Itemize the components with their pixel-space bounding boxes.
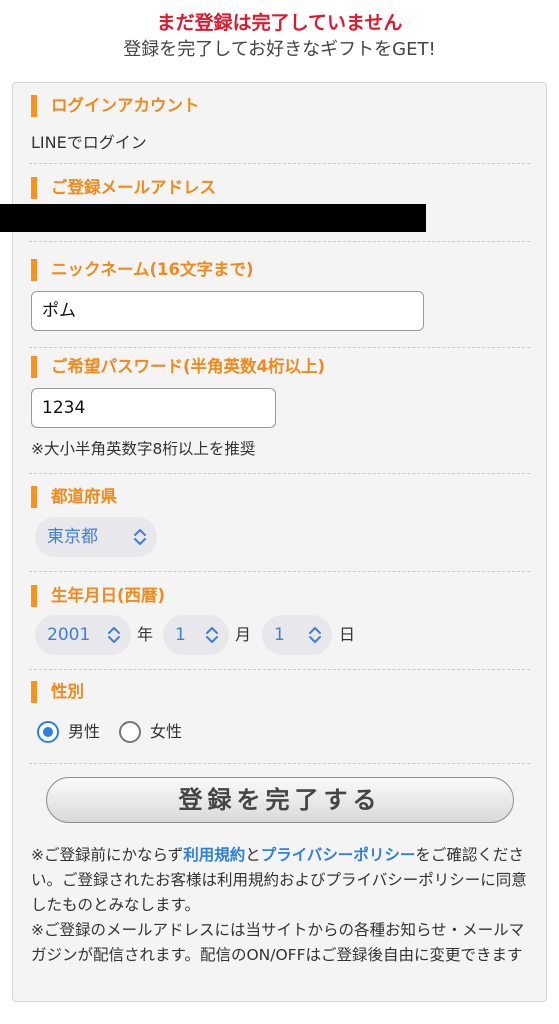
birthday-label: 生年月日(西暦) bbox=[31, 585, 165, 607]
divider bbox=[29, 347, 530, 348]
gender-female-radio[interactable] bbox=[119, 721, 141, 743]
nickname-input[interactable]: ポム bbox=[31, 291, 424, 331]
divider bbox=[29, 473, 530, 474]
birth-day-select[interactable]: 1 bbox=[262, 615, 332, 655]
divider bbox=[29, 763, 530, 764]
password-recommendation-note: ※大小半角英数字8桁以上を推奨 bbox=[31, 440, 256, 458]
select-chevron-icon bbox=[309, 627, 321, 643]
birth-year-select[interactable]: 2001 bbox=[35, 615, 131, 655]
password-label: ご希望パスワード(半角英数4桁以上) bbox=[31, 356, 325, 378]
prefecture-select[interactable]: 東京都 bbox=[35, 517, 157, 557]
header-subtitle: 登録を完了してお好きなギフトをGET! bbox=[123, 39, 436, 60]
login-account-value: LINEでログイン bbox=[31, 133, 147, 152]
divider bbox=[29, 669, 530, 670]
gender-label: 性別 bbox=[31, 681, 84, 703]
login-account-label: ログインアカウント bbox=[31, 95, 200, 117]
email-label: ご登録メールアドレス bbox=[31, 177, 216, 199]
prefecture-selected-value: 東京都 bbox=[47, 527, 98, 547]
email-value-redacted bbox=[0, 204, 426, 232]
divider bbox=[29, 571, 530, 572]
gender-female-label[interactable]: 女性 bbox=[150, 721, 182, 743]
birth-day-value: 1 bbox=[274, 625, 285, 645]
year-unit: 年 bbox=[137, 625, 154, 644]
divider bbox=[29, 163, 530, 164]
select-chevron-icon bbox=[134, 529, 146, 545]
terms-consent-note: ※ご登録前にかならず利用規約とプライバシーポリシーをご確認ください。ご登録された… bbox=[31, 843, 531, 918]
prefecture-label: 都道府県 bbox=[31, 486, 117, 508]
gender-male-label[interactable]: 男性 bbox=[68, 721, 100, 743]
terms-note-and: と bbox=[245, 846, 261, 864]
privacy-policy-link[interactable]: プライバシーポリシー bbox=[261, 846, 416, 864]
complete-registration-button[interactable]: 登録を完了する bbox=[46, 777, 514, 823]
select-chevron-icon bbox=[108, 627, 120, 643]
divider bbox=[29, 241, 530, 242]
terms-of-use-link[interactable]: 利用規約 bbox=[183, 846, 245, 864]
page-header: まだ登録は完了していません 登録を完了してお好きなギフトをGET! bbox=[0, 0, 559, 64]
birth-year-value: 2001 bbox=[47, 625, 91, 645]
terms-note-prefix: ※ご登録前にかならず bbox=[31, 846, 184, 864]
newsletter-note: ※ご登録のメールアドレスには当サイトからの各種お知らせ・メールマガジンが配信され… bbox=[31, 921, 525, 964]
footer-notes: ※ご登録前にかならず利用規約とプライバシーポリシーをご確認ください。ご登録された… bbox=[31, 843, 531, 968]
birth-month-select[interactable]: 1 bbox=[163, 615, 229, 655]
birth-month-value: 1 bbox=[175, 625, 186, 645]
month-unit: 月 bbox=[235, 625, 252, 644]
gender-male-radio[interactable] bbox=[37, 721, 59, 743]
day-unit: 日 bbox=[339, 625, 356, 644]
registration-incomplete-warning: まだ登録は完了していません bbox=[156, 12, 403, 34]
password-input[interactable]: 1234 bbox=[31, 388, 276, 428]
select-chevron-icon bbox=[206, 627, 218, 643]
nickname-label: ニックネーム(16文字まで) bbox=[31, 259, 254, 281]
